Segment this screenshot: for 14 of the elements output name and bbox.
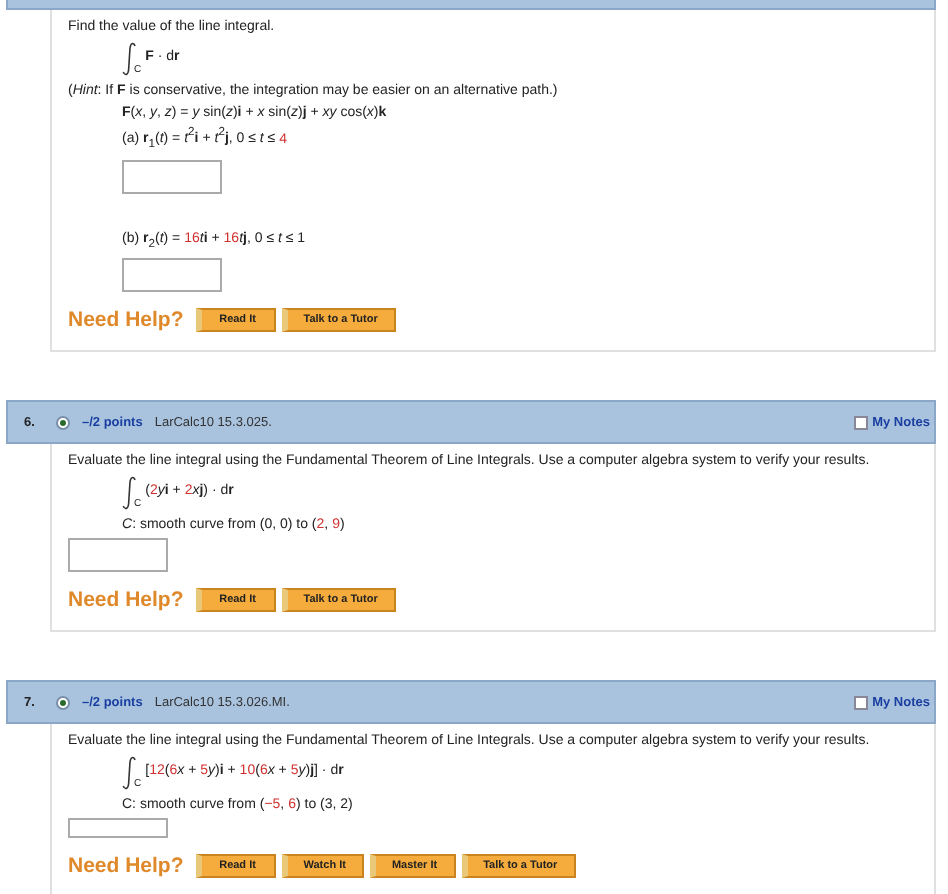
answer-field[interactable] (122, 159, 222, 194)
status-radio-icon (56, 415, 70, 430)
integral-sign-icon (122, 756, 136, 791)
answer-field[interactable] (68, 818, 168, 839)
need-help-label: Need Help? (68, 588, 184, 613)
answer-field[interactable] (68, 538, 168, 573)
notes-checkbox[interactable] (854, 415, 869, 430)
status-radio-icon (56, 695, 70, 710)
integral-sign-icon (122, 42, 136, 76)
need-help-label: Need Help? (68, 854, 184, 879)
notes-checkbox[interactable] (854, 695, 869, 710)
need-help-label: Need Help? (68, 308, 184, 333)
integral-sign-icon (122, 476, 136, 511)
answer-field[interactable] (122, 258, 222, 293)
